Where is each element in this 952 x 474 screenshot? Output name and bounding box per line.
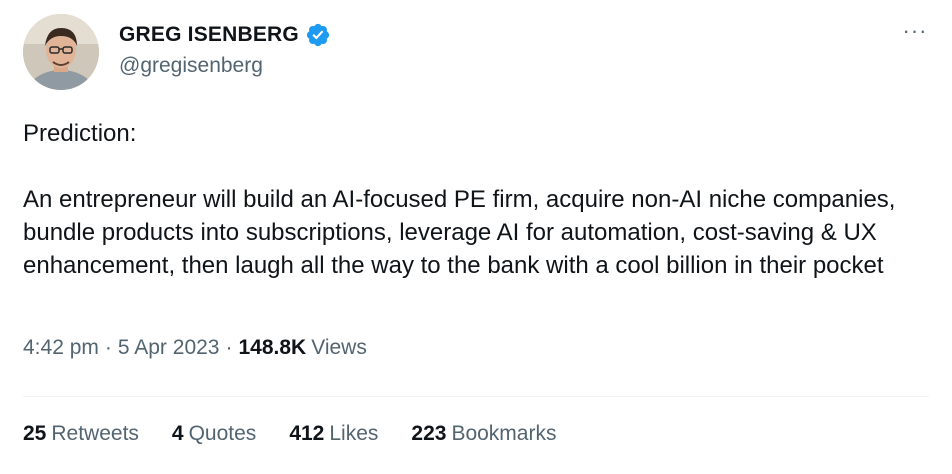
tweet-card: GREG ISENBERG @gregisenberg ··· Predicti…: [0, 0, 952, 474]
author-name-row[interactable]: GREG ISENBERG: [119, 22, 331, 48]
meta-separator: ·: [225, 336, 233, 359]
tweet-paragraph: Prediction:: [23, 120, 137, 147]
meta-separator: ·: [104, 336, 112, 359]
verified-badge-icon: [306, 23, 330, 47]
author-display-name[interactable]: GREG ISENBERG: [119, 23, 299, 47]
tweet-text: Prediction: An entrepreneur will build a…: [23, 117, 923, 282]
retweets-count: 25: [23, 422, 47, 445]
retweets-label: Retweets: [51, 422, 139, 445]
tweet-paragraph: An entrepreneur will build an AI-focused…: [23, 186, 896, 279]
quotes-stat[interactable]: 4 Quotes: [172, 422, 256, 446]
author-handle[interactable]: @gregisenberg: [119, 54, 263, 78]
tweet-date[interactable]: 5 Apr 2023: [118, 336, 220, 360]
more-horizontal-icon: ···: [902, 18, 928, 43]
likes-stat[interactable]: 412 Likes: [289, 422, 378, 446]
views-count: 148.8K: [238, 336, 307, 359]
engagement-stats: 25 Retweets 4 Quotes 412 Likes 223 Bookm…: [23, 422, 589, 446]
bookmarks-stat[interactable]: 223 Bookmarks: [411, 422, 556, 446]
retweets-stat[interactable]: 25 Retweets: [23, 422, 139, 446]
more-options-button[interactable]: ···: [900, 16, 930, 46]
avatar-image: [23, 14, 99, 90]
likes-label: Likes: [329, 422, 379, 445]
quotes-label: Quotes: [188, 422, 257, 445]
tweet-time[interactable]: 4:42 pm: [23, 336, 99, 360]
quotes-count: 4: [171, 422, 184, 445]
tweet-meta: 4:42 pm · 5 Apr 2023 · 148.8K Views: [23, 336, 367, 360]
divider: [23, 396, 929, 397]
avatar[interactable]: [23, 14, 99, 90]
views-label: Views: [311, 336, 367, 359]
bookmarks-label: Bookmarks: [451, 422, 557, 445]
likes-count: 412: [289, 422, 325, 445]
bookmarks-count: 223: [411, 422, 447, 445]
